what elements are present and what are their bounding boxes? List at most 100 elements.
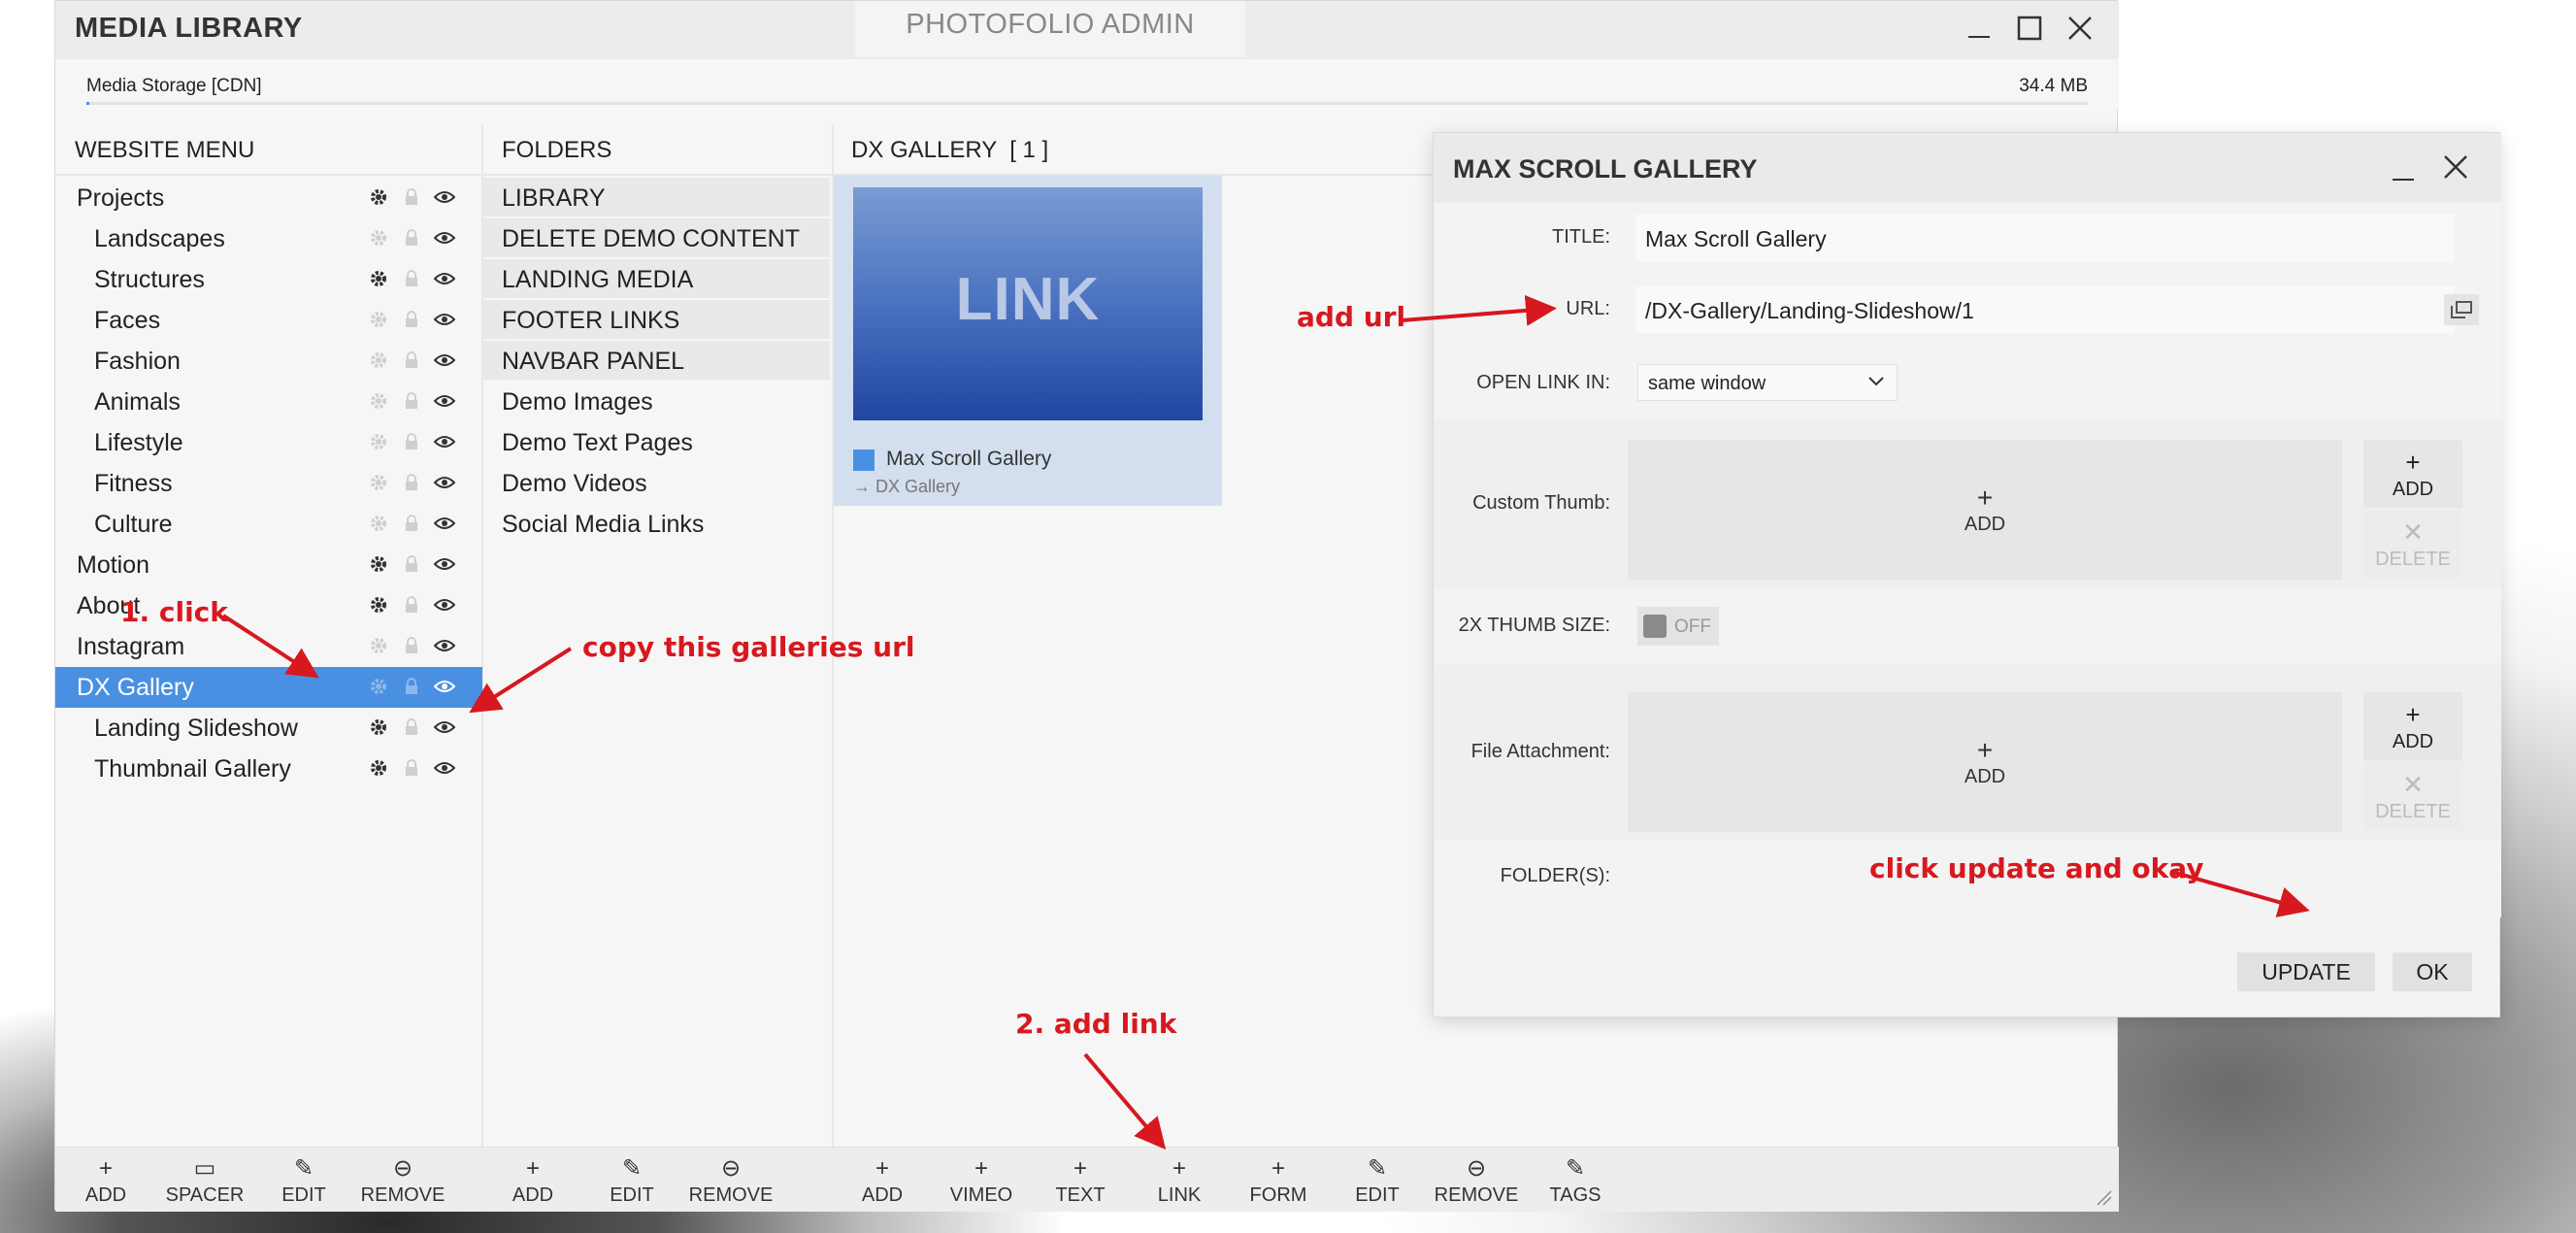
eye-icon[interactable]: [434, 431, 455, 452]
gear-icon[interactable]: [368, 716, 389, 738]
custom-thumb-add-button[interactable]: + ADD: [2363, 440, 2462, 508]
gear-icon[interactable]: [368, 390, 389, 412]
menu-item[interactable]: Fitness: [55, 463, 482, 504]
lock-icon[interactable]: [401, 227, 422, 249]
close-icon[interactable]: [2061, 9, 2099, 48]
menu-item[interactable]: Projects: [55, 178, 482, 218]
gear-icon[interactable]: [368, 513, 389, 534]
folders-add-button[interactable]: + ADD: [484, 1157, 581, 1207]
menu-item[interactable]: Fashion: [55, 341, 482, 382]
folder-item[interactable]: Demo Videos: [482, 463, 830, 502]
lock-icon[interactable]: [401, 757, 422, 779]
lock-icon[interactable]: [401, 553, 422, 575]
eye-icon[interactable]: [434, 553, 455, 575]
eye-icon[interactable]: [434, 390, 455, 412]
gear-icon[interactable]: [368, 594, 389, 616]
lock-icon[interactable]: [401, 350, 422, 371]
lock-icon[interactable]: [401, 186, 422, 208]
folder-item[interactable]: Demo Text Pages: [482, 422, 830, 461]
eye-icon[interactable]: [434, 513, 455, 534]
eye-icon[interactable]: [434, 350, 455, 371]
gear-icon[interactable]: [368, 350, 389, 371]
menu-item[interactable]: Structures: [55, 259, 482, 300]
maximize-icon[interactable]: [2010, 9, 2049, 48]
update-button[interactable]: UPDATE: [2237, 952, 2375, 991]
folder-item[interactable]: DELETE DEMO CONTENT: [482, 218, 830, 257]
folder-item[interactable]: LIBRARY: [482, 178, 830, 217]
folder-item[interactable]: Social Media Links: [482, 504, 830, 543]
custom-thumb-add-area[interactable]: + ADD: [1628, 440, 2342, 580]
lock-icon[interactable]: [401, 513, 422, 534]
ok-button[interactable]: OK: [2393, 952, 2472, 991]
menu-item[interactable]: Motion: [55, 545, 482, 585]
folder-item[interactable]: Demo Images: [482, 382, 830, 420]
lock-icon[interactable]: [401, 309, 422, 330]
file-attachment-delete-button[interactable]: ✕ DELETE: [2363, 762, 2462, 830]
gallery-add-button[interactable]: + ADD: [834, 1157, 931, 1207]
lock-icon[interactable]: [401, 268, 422, 289]
open-link-select[interactable]: same window: [1637, 364, 1898, 401]
eye-icon[interactable]: [434, 268, 455, 289]
lock-icon[interactable]: [401, 594, 422, 616]
file-attachment-add-button[interactable]: + ADD: [2363, 692, 2462, 760]
menu-item[interactable]: Lifestyle: [55, 422, 482, 463]
eye-icon[interactable]: [434, 594, 455, 616]
gear-icon[interactable]: [368, 676, 389, 697]
folder-item[interactable]: FOOTER LINKS: [482, 300, 830, 339]
browse-link-icon[interactable]: [2444, 294, 2479, 325]
menu-remove-button[interactable]: ⊖ REMOVE: [354, 1157, 451, 1207]
lock-icon[interactable]: [401, 716, 422, 738]
menu-item[interactable]: About: [55, 585, 482, 626]
gear-icon[interactable]: [368, 431, 389, 452]
gallery-text-button[interactable]: + TEXT: [1032, 1157, 1129, 1207]
menu-spacer-button[interactable]: ▭ SPACER: [156, 1157, 253, 1207]
dialog-close-icon[interactable]: [2443, 154, 2468, 184]
title-input[interactable]: Max Scroll Gallery: [1635, 215, 2455, 261]
menu-item[interactable]: DX Gallery: [55, 667, 482, 708]
gallery-remove-button[interactable]: ⊖ REMOVE: [1428, 1157, 1525, 1207]
eye-icon[interactable]: [434, 227, 455, 249]
lock-icon[interactable]: [401, 390, 422, 412]
gear-icon[interactable]: [368, 186, 389, 208]
folders-edit-button[interactable]: ✎ EDIT: [583, 1157, 680, 1207]
menu-item[interactable]: Thumbnail Gallery: [55, 749, 482, 789]
folders-remove-button[interactable]: ⊖ REMOVE: [682, 1157, 779, 1207]
menu-edit-button[interactable]: ✎ EDIT: [255, 1157, 352, 1207]
gallery-tags-button[interactable]: ✎ TAGS: [1527, 1157, 1624, 1207]
minimize-icon[interactable]: [1960, 9, 1998, 48]
custom-thumb-delete-button[interactable]: ✕ DELETE: [2363, 510, 2462, 578]
gear-icon[interactable]: [368, 268, 389, 289]
gallery-form-button[interactable]: + FORM: [1230, 1157, 1327, 1207]
menu-item[interactable]: Animals: [55, 382, 482, 422]
eye-icon[interactable]: [434, 757, 455, 779]
folder-item[interactable]: LANDING MEDIA: [482, 259, 830, 298]
gear-icon[interactable]: [368, 553, 389, 575]
menu-item[interactable]: Landscapes: [55, 218, 482, 259]
menu-item[interactable]: Instagram: [55, 626, 482, 667]
eye-icon[interactable]: [434, 716, 455, 738]
eye-icon[interactable]: [434, 309, 455, 330]
menu-add-button[interactable]: + ADD: [57, 1157, 154, 1207]
gallery-item-tile[interactable]: LINK Max Scroll Gallery → DX Gallery: [834, 176, 1222, 506]
gallery-edit-button[interactable]: ✎ EDIT: [1329, 1157, 1426, 1207]
gear-icon[interactable]: [368, 227, 389, 249]
menu-item[interactable]: Culture: [55, 504, 482, 545]
resize-handle-icon[interactable]: [2094, 1187, 2113, 1212]
lock-icon[interactable]: [401, 635, 422, 656]
eye-icon[interactable]: [434, 472, 455, 493]
gallery-link-button[interactable]: + LINK: [1131, 1157, 1228, 1207]
eye-icon[interactable]: [434, 635, 455, 656]
folder-item[interactable]: NAVBAR PANEL: [482, 341, 830, 380]
gear-icon[interactable]: [368, 472, 389, 493]
menu-item[interactable]: Faces: [55, 300, 482, 341]
url-input[interactable]: /DX-Gallery/Landing-Slideshow/1: [1635, 286, 2455, 333]
menu-item[interactable]: Landing Slideshow: [55, 708, 482, 749]
dialog-minimize-icon[interactable]: [2391, 158, 2416, 188]
gear-icon[interactable]: [368, 635, 389, 656]
gear-icon[interactable]: [368, 757, 389, 779]
gallery-vimeo-button[interactable]: + VIMEO: [933, 1157, 1030, 1207]
lock-icon[interactable]: [401, 472, 422, 493]
thumb-size-toggle[interactable]: OFF: [1637, 607, 1719, 646]
eye-icon[interactable]: [434, 676, 455, 697]
file-attachment-add-area[interactable]: + ADD: [1628, 692, 2342, 832]
